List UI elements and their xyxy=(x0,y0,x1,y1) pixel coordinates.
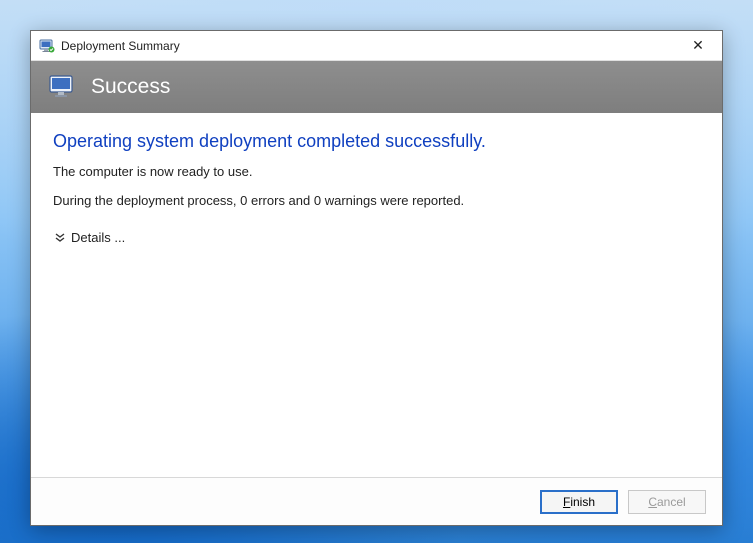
banner: Success xyxy=(31,61,722,113)
close-icon: ✕ xyxy=(692,37,704,54)
deployment-summary-window: Deployment Summary ✕ Success Operating s… xyxy=(30,30,723,526)
cancel-rest: ancel xyxy=(657,495,686,509)
footer: Finish Cancel xyxy=(31,477,722,525)
summary-text: During the deployment process, 0 errors … xyxy=(53,193,700,208)
ready-text: The computer is now ready to use. xyxy=(53,164,700,179)
details-expander[interactable]: Details ... xyxy=(53,230,125,245)
close-button[interactable]: ✕ xyxy=(678,33,718,59)
headline-text: Operating system deployment completed su… xyxy=(53,131,700,152)
app-icon xyxy=(39,38,55,54)
cancel-button: Cancel xyxy=(628,490,706,514)
window-title: Deployment Summary xyxy=(61,39,678,53)
titlebar[interactable]: Deployment Summary ✕ xyxy=(31,31,722,61)
monitor-icon xyxy=(49,75,77,99)
cancel-mnemonic: C xyxy=(648,495,657,509)
finish-button[interactable]: Finish xyxy=(540,490,618,514)
banner-title: Success xyxy=(91,75,170,99)
chevron-down-double-icon xyxy=(53,231,67,245)
finish-rest: inish xyxy=(570,495,595,509)
details-label: Details ... xyxy=(71,230,125,245)
content-pane: Operating system deployment completed su… xyxy=(31,113,722,477)
